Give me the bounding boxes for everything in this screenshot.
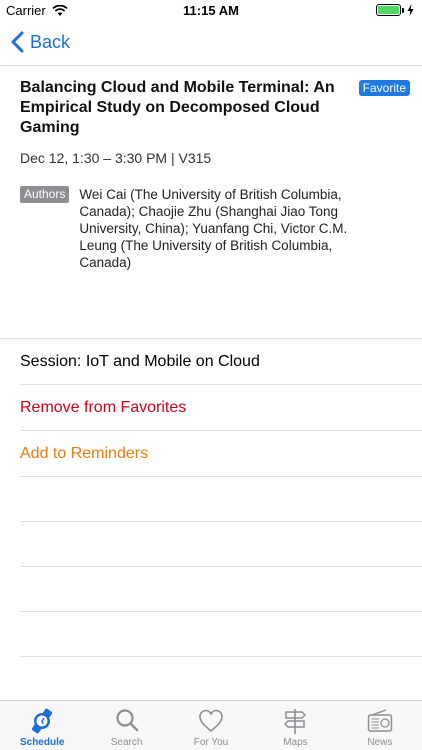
tab-for-you[interactable]: For You <box>169 701 253 750</box>
empty-row <box>20 476 422 521</box>
tab-search[interactable]: Search <box>84 701 168 750</box>
session-row[interactable]: Session: IoT and Mobile on Cloud <box>0 338 422 384</box>
authors-row: Authors Wei Cai (The University of Briti… <box>20 186 402 271</box>
back-button[interactable]: Back <box>10 31 70 53</box>
status-time: 11:15 AM <box>183 3 239 18</box>
tab-label: News <box>367 737 393 748</box>
authors-tag: Authors <box>20 186 70 203</box>
radio-icon <box>367 709 393 732</box>
navigation-bar: Back <box>0 22 422 66</box>
remove-favorites-label: Remove from Favorites <box>20 398 187 416</box>
add-to-reminders-button[interactable]: Add to Reminders <box>20 430 422 476</box>
favorite-badge: Favorite <box>358 80 410 96</box>
chevron-left-icon <box>11 31 24 53</box>
tab-schedule[interactable]: Schedule <box>0 701 84 750</box>
tab-label: For You <box>193 737 229 748</box>
back-label: Back <box>30 31 71 52</box>
remove-from-favorites-button[interactable]: Remove from Favorites <box>20 384 422 430</box>
paper-time-location: Dec 12, 1:30 – 3:30 PM | V315 <box>20 150 212 166</box>
empty-row <box>20 611 422 656</box>
add-reminders-label: Add to Reminders <box>20 444 149 462</box>
empty-row <box>20 521 422 566</box>
paper-detail: Balancing Cloud and Mobile Terminal: An … <box>0 66 422 701</box>
paper-header: Balancing Cloud and Mobile Terminal: An … <box>0 66 422 338</box>
battery-fill <box>378 6 399 14</box>
authors-list: Wei Cai (The University of British Colum… <box>79 187 348 270</box>
charging-bolt-icon <box>407 4 414 16</box>
tab-label: Schedule <box>19 737 65 748</box>
battery-cap <box>402 7 404 13</box>
tab-label: Search <box>110 737 143 748</box>
battery-icon <box>376 4 401 16</box>
tab-news[interactable]: News <box>338 701 422 750</box>
paper-title: Balancing Cloud and Mobile Terminal: An … <box>20 79 335 136</box>
signpost-icon <box>284 709 307 734</box>
watch-icon <box>32 708 53 734</box>
status-right <box>376 4 414 16</box>
tab-maps[interactable]: Maps <box>253 701 337 750</box>
search-icon <box>116 709 138 732</box>
tab-bar: Schedule Search For You Maps News <box>0 700 422 750</box>
heart-icon <box>199 709 223 733</box>
status-bar: Carrier 11:15 AM <box>0 0 422 22</box>
empty-row <box>20 566 422 611</box>
empty-row <box>20 656 422 701</box>
session-label: Session: IoT and Mobile on Cloud <box>20 352 260 370</box>
tab-label: Maps <box>283 737 308 748</box>
